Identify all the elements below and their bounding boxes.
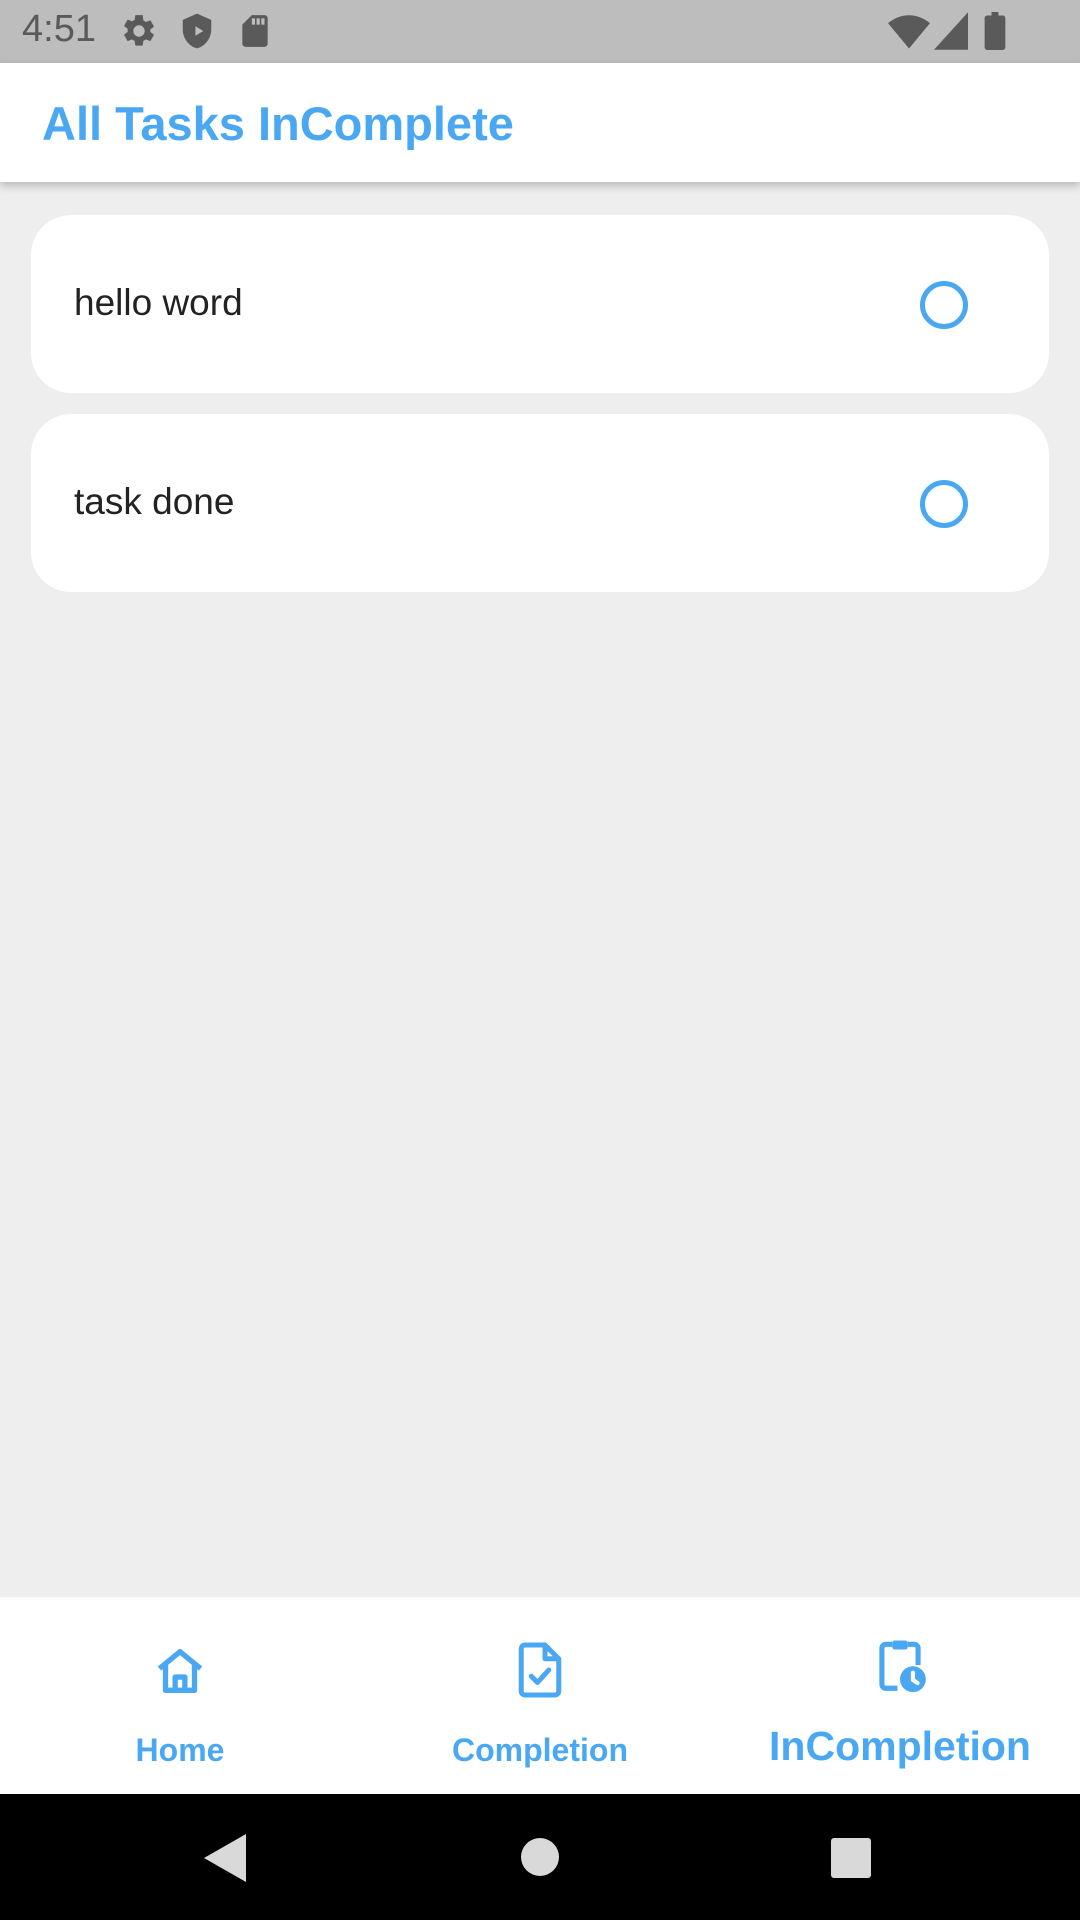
- home-circle-icon[interactable]: [520, 1837, 560, 1882]
- task-card[interactable]: task done: [31, 414, 1049, 592]
- nav-item-incompletion[interactable]: InCompletion: [720, 1597, 1080, 1794]
- system-navigation-bar: [0, 1794, 1080, 1920]
- nav-item-completion[interactable]: Completion: [360, 1597, 720, 1794]
- status-bar: 4:51: [0, 0, 1080, 63]
- signal-icon: [934, 12, 968, 55]
- task-complete-radio[interactable]: [920, 281, 968, 329]
- task-label: hello word: [74, 282, 243, 323]
- wifi-icon: [888, 12, 930, 55]
- recents-icon[interactable]: [831, 1838, 871, 1883]
- nav-label-completion: Completion: [452, 1732, 628, 1768]
- task-card[interactable]: hello word: [31, 215, 1049, 393]
- bottom-navigation: Home Completion InCompletion: [0, 1597, 1080, 1794]
- back-icon[interactable]: [204, 1834, 246, 1887]
- nav-label-home: Home: [135, 1732, 225, 1768]
- shield-icon: [178, 12, 216, 55]
- home-icon: [151, 1642, 209, 1705]
- document-check-icon: [510, 1639, 570, 1706]
- task-label: task done: [74, 481, 235, 522]
- status-time: 4:51: [22, 8, 96, 50]
- app-bar: All Tasks InComplete: [0, 63, 1080, 182]
- nav-label-incompletion: InCompletion: [769, 1723, 1031, 1769]
- task-complete-radio[interactable]: [920, 480, 968, 528]
- gear-icon: [120, 12, 158, 55]
- battery-icon: [983, 12, 1007, 55]
- sd-card-icon: [236, 12, 274, 55]
- clipboard-clock-icon: [869, 1633, 931, 1702]
- page-title: All Tasks InComplete: [42, 97, 514, 150]
- task-list: hello word task done: [0, 182, 1080, 1597]
- nav-item-home[interactable]: Home: [0, 1597, 360, 1794]
